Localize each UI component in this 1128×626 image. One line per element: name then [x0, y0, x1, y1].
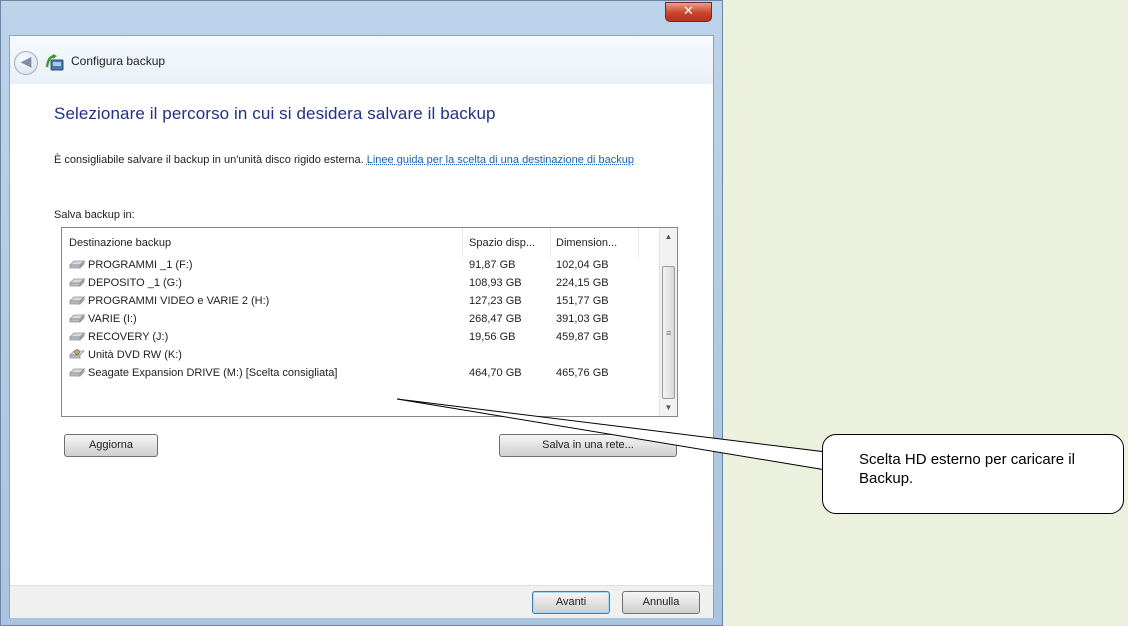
- callout-text: Scelta HD esterno per caricare il Backup…: [859, 451, 1075, 487]
- callout-pointer: [396, 398, 827, 471]
